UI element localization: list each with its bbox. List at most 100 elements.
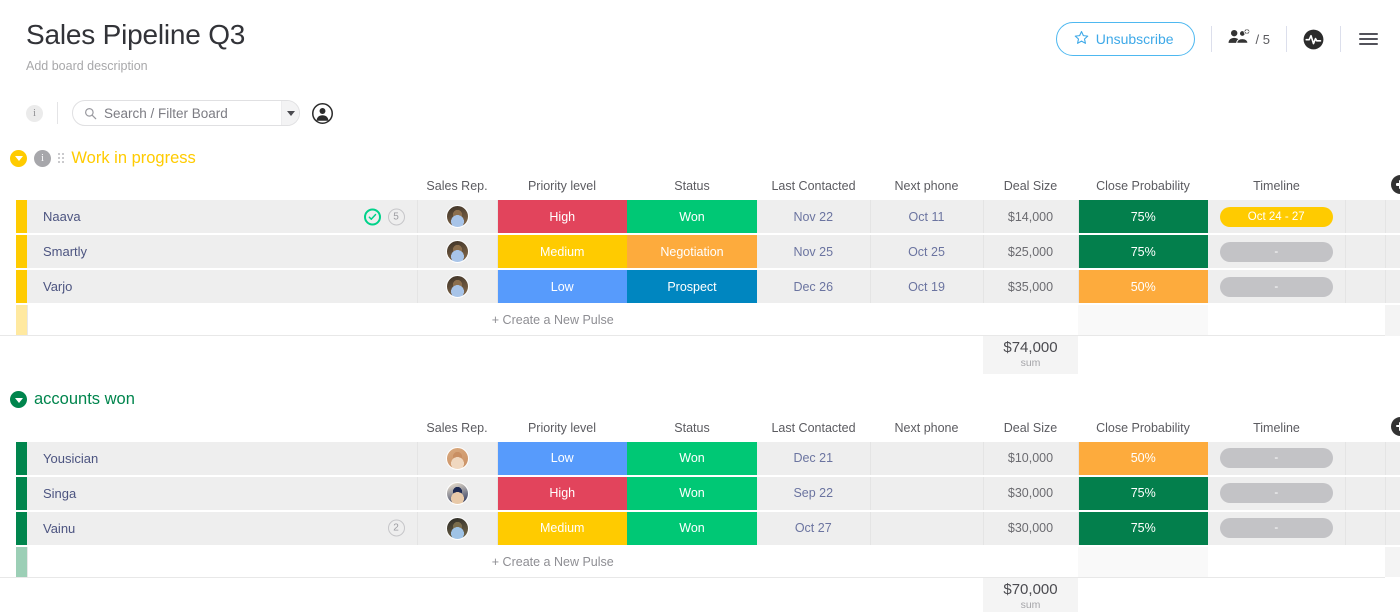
add-column-icon[interactable]: [1391, 417, 1400, 436]
drag-handle-icon[interactable]: [58, 153, 64, 164]
person-filter-icon[interactable]: [312, 103, 333, 124]
priority-cell[interactable]: Medium: [497, 234, 627, 269]
column-header-sales-rep[interactable]: Sales Rep.: [417, 414, 497, 442]
create-pulse-row[interactable]: + Create a New Pulse: [0, 546, 1400, 578]
timeline-cell[interactable]: Oct 24 - 27: [1208, 200, 1345, 234]
sales-rep-cell[interactable]: [417, 234, 497, 269]
info-icon[interactable]: i: [26, 105, 43, 122]
deal-size-cell[interactable]: $30,000: [983, 476, 1078, 511]
deal-size-cell[interactable]: $35,000: [983, 269, 1078, 304]
row-name-cell[interactable]: Naava 5: [27, 200, 417, 234]
close-probability-cell[interactable]: 75%: [1078, 234, 1208, 269]
last-contacted-cell[interactable]: Nov 25: [757, 234, 870, 269]
column-header-last-contacted[interactable]: Last Contacted: [757, 172, 870, 200]
avatar[interactable]: [446, 275, 469, 298]
group-title[interactable]: Work in progress: [71, 149, 195, 168]
sales-rep-cell[interactable]: [417, 442, 497, 476]
row-name-cell[interactable]: Smartly: [27, 234, 417, 269]
close-probability-cell[interactable]: 50%: [1078, 269, 1208, 304]
column-header-timeline[interactable]: Timeline: [1208, 414, 1345, 442]
avatar[interactable]: [446, 205, 469, 228]
board-description[interactable]: Add board description: [26, 59, 1376, 74]
avatar[interactable]: [446, 517, 469, 540]
sales-rep-cell[interactable]: [417, 269, 497, 304]
last-contacted-cell[interactable]: Dec 26: [757, 269, 870, 304]
timeline-cell[interactable]: -: [1208, 234, 1345, 269]
activity-pulse-icon[interactable]: [1303, 29, 1324, 50]
close-probability-cell[interactable]: 50%: [1078, 442, 1208, 476]
next-phone-cell[interactable]: [870, 476, 983, 511]
column-header-timeline[interactable]: Timeline: [1208, 172, 1345, 200]
column-header-close-probability[interactable]: Close Probability: [1078, 414, 1208, 442]
deal-size-cell[interactable]: $30,000: [983, 511, 1078, 546]
timeline-cell[interactable]: -: [1208, 476, 1345, 511]
completed-check-icon[interactable]: [364, 208, 381, 225]
sales-rep-cell[interactable]: [417, 476, 497, 511]
status-cell[interactable]: Won: [627, 476, 757, 511]
row-name-cell[interactable]: Vainu 2: [27, 511, 417, 546]
collapse-arrow-icon[interactable]: [10, 391, 27, 408]
priority-cell[interactable]: Low: [497, 442, 627, 476]
priority-cell[interactable]: High: [497, 476, 627, 511]
board-members-button[interactable]: / 5: [1228, 28, 1270, 50]
column-header-status[interactable]: Status: [627, 414, 757, 442]
status-cell[interactable]: Negotiation: [627, 234, 757, 269]
priority-cell[interactable]: High: [497, 200, 627, 234]
close-probability-cell[interactable]: 75%: [1078, 511, 1208, 546]
sales-rep-cell[interactable]: [417, 511, 497, 546]
column-header-next-phone[interactable]: Next phone: [870, 172, 983, 200]
row-name-cell[interactable]: Singa: [27, 476, 417, 511]
column-header-close-probability[interactable]: Close Probability: [1078, 172, 1208, 200]
column-header-deal-size[interactable]: Deal Size: [983, 172, 1078, 200]
status-cell[interactable]: Won: [627, 200, 757, 234]
status-cell[interactable]: Won: [627, 442, 757, 476]
row-name-cell[interactable]: Varjo: [27, 269, 417, 304]
column-header-sales-rep[interactable]: Sales Rep.: [417, 172, 497, 200]
last-contacted-cell[interactable]: Dec 21: [757, 442, 870, 476]
status-cell[interactable]: Won: [627, 511, 757, 546]
create-pulse-button[interactable]: + Create a New Pulse: [27, 546, 1078, 578]
search-input[interactable]: [104, 106, 281, 121]
timeline-cell[interactable]: -: [1208, 442, 1345, 476]
search-filter-board[interactable]: [72, 100, 300, 126]
close-probability-cell[interactable]: 75%: [1078, 200, 1208, 234]
deal-size-cell[interactable]: $25,000: [983, 234, 1078, 269]
sales-rep-cell[interactable]: [417, 200, 497, 234]
next-phone-cell[interactable]: [870, 442, 983, 476]
updates-count-badge[interactable]: 5: [388, 208, 405, 225]
timeline-cell[interactable]: -: [1208, 269, 1345, 304]
next-phone-cell[interactable]: [870, 511, 983, 546]
create-pulse-button[interactable]: + Create a New Pulse: [27, 304, 1078, 336]
last-contacted-cell[interactable]: Nov 22: [757, 200, 870, 234]
add-column-icon[interactable]: [1391, 175, 1400, 194]
group-title[interactable]: accounts won: [34, 390, 135, 409]
column-header-next-phone[interactable]: Next phone: [870, 414, 983, 442]
updates-count-badge[interactable]: 2: [388, 520, 405, 537]
avatar[interactable]: [446, 240, 469, 263]
avatar[interactable]: [446, 447, 469, 470]
column-header-priority-level[interactable]: Priority level: [497, 172, 627, 200]
unsubscribe-button[interactable]: Unsubscribe: [1056, 22, 1195, 56]
column-header-deal-size[interactable]: Deal Size: [983, 414, 1078, 442]
create-pulse-row[interactable]: + Create a New Pulse: [0, 304, 1400, 336]
column-header-priority-level[interactable]: Priority level: [497, 414, 627, 442]
collapse-arrow-icon[interactable]: [10, 150, 27, 167]
priority-cell[interactable]: Low: [497, 269, 627, 304]
timeline-cell[interactable]: -: [1208, 511, 1345, 546]
status-cell[interactable]: Prospect: [627, 269, 757, 304]
column-header-last-contacted[interactable]: Last Contacted: [757, 414, 870, 442]
deal-size-cell[interactable]: $10,000: [983, 442, 1078, 476]
deal-size-cell[interactable]: $14,000: [983, 200, 1078, 234]
priority-cell[interactable]: Medium: [497, 511, 627, 546]
next-phone-cell[interactable]: Oct 25: [870, 234, 983, 269]
chevron-down-icon[interactable]: [281, 101, 299, 125]
avatar[interactable]: [446, 482, 469, 505]
last-contacted-cell[interactable]: Oct 27: [757, 511, 870, 546]
next-phone-cell[interactable]: Oct 19: [870, 269, 983, 304]
next-phone-cell[interactable]: Oct 11: [870, 200, 983, 234]
hamburger-menu-icon[interactable]: [1357, 31, 1380, 48]
close-probability-cell[interactable]: 75%: [1078, 476, 1208, 511]
last-contacted-cell[interactable]: Sep 22: [757, 476, 870, 511]
group-info-icon[interactable]: i: [34, 150, 51, 167]
column-header-status[interactable]: Status: [627, 172, 757, 200]
